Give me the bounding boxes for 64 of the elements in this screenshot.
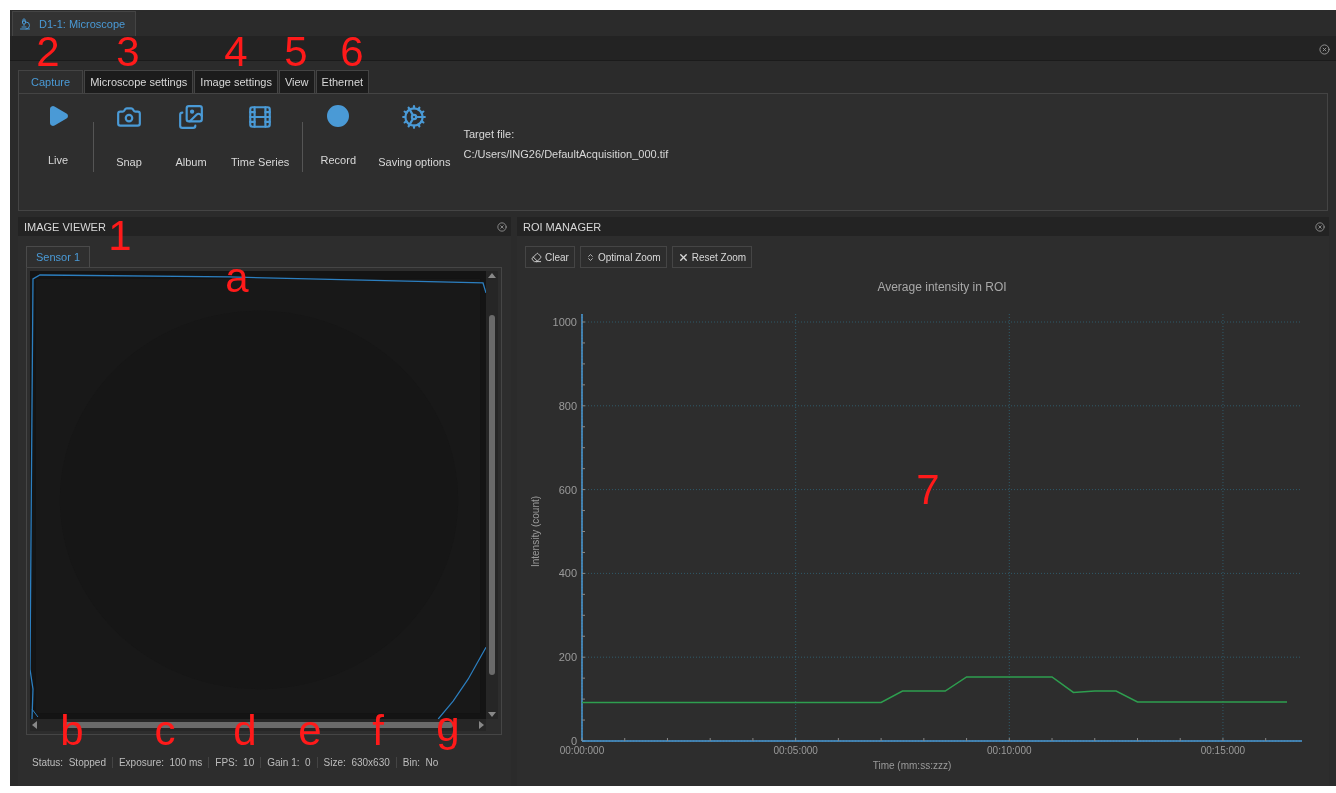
annotation-label: e	[298, 710, 322, 752]
target-file-label: Target file:	[463, 128, 516, 140]
annotation-label: f	[372, 710, 384, 752]
close-icon	[677, 251, 689, 263]
close-icon[interactable]	[497, 221, 507, 232]
record-icon	[326, 104, 351, 128]
annotation-label: 6	[340, 31, 364, 73]
annotation-label: 1	[108, 215, 132, 257]
toolbar-button[interactable]: Optimal Zoom	[579, 246, 667, 268]
x-tick-label: 00:05:000	[773, 745, 818, 756]
status-item: Status: Stopped	[32, 757, 107, 768]
annotation-label: 5	[284, 31, 308, 73]
ribbon-tab[interactable]: Ethernet	[315, 70, 370, 93]
x-axis-label: Time (mm:ss:zzz)	[872, 760, 952, 771]
tool-label[interactable]: Record	[320, 154, 356, 166]
status-item: Exposure: 100 ms	[111, 757, 209, 768]
toolbar-button[interactable]: Reset Zoom	[671, 246, 753, 268]
chart-title: Average intensity in ROI	[877, 280, 1007, 294]
annotation-label: 7	[916, 469, 940, 511]
tool-label[interactable]: Time Series	[231, 156, 290, 168]
ribbon-tab[interactable]: Capture	[18, 70, 84, 93]
status-item: Size: 630x630	[316, 757, 396, 768]
panel-title: ROI MANAGER	[523, 220, 602, 233]
annotation-label: 4	[224, 31, 248, 73]
sensor-tab[interactable]: Sensor 1	[26, 246, 91, 267]
y-tick-label: 600	[558, 483, 577, 496]
x-tick-label: 00:15:000	[1200, 745, 1246, 756]
film-icon	[247, 104, 274, 130]
ribbon-tab[interactable]: Microscope settings	[84, 70, 194, 93]
gears-icon	[401, 104, 428, 130]
annotation-label: d	[233, 710, 257, 752]
ribbon-tab[interactable]: View	[278, 70, 315, 93]
tool-label[interactable]: Snap	[116, 156, 142, 168]
status-item: Bin: No	[395, 757, 445, 768]
y-axis-label: Intensity (count)	[530, 495, 541, 568]
annotation-label: a	[225, 257, 249, 299]
y-tick-label: 200	[558, 651, 577, 664]
ribbon-tab[interactable]: Image settings	[194, 70, 278, 93]
annotation-label: c	[154, 710, 176, 752]
tool-label[interactable]: Album	[175, 156, 207, 168]
annotation-label: b	[60, 710, 84, 752]
y-tick-label: 1000	[552, 316, 577, 328]
status-item: Gain 1: 0	[260, 757, 317, 768]
vertical-scrollbar[interactable]	[486, 271, 498, 719]
annotation-label: g	[436, 706, 460, 748]
y-tick-label: 0	[570, 735, 577, 747]
eraser-icon	[531, 251, 542, 263]
arrows-icon	[585, 252, 595, 262]
tool-label[interactable]: Saving options	[378, 156, 451, 168]
x-tick-label: 00:00:000	[559, 745, 605, 756]
images-icon	[178, 104, 204, 130]
tool-label[interactable]: Live	[47, 154, 69, 166]
microscope-icon	[19, 18, 31, 30]
document-tab[interactable]: D1-1: Microscope	[12, 11, 137, 36]
close-icon[interactable]	[1319, 43, 1330, 55]
y-tick-label: 800	[558, 399, 577, 412]
status-item: FPS: 10	[208, 757, 261, 768]
panel-title: IMAGE VIEWER	[24, 220, 106, 233]
camera-icon	[116, 104, 142, 130]
x-tick-label: 00:10:000	[987, 745, 1032, 756]
close-icon[interactable]	[1315, 221, 1325, 232]
toolbar-button[interactable]: Clear	[525, 246, 575, 268]
target-file-path: C:/Users/ING26/DefaultAcquisition_000.tif	[463, 148, 669, 160]
y-tick-label: 400	[558, 567, 577, 580]
